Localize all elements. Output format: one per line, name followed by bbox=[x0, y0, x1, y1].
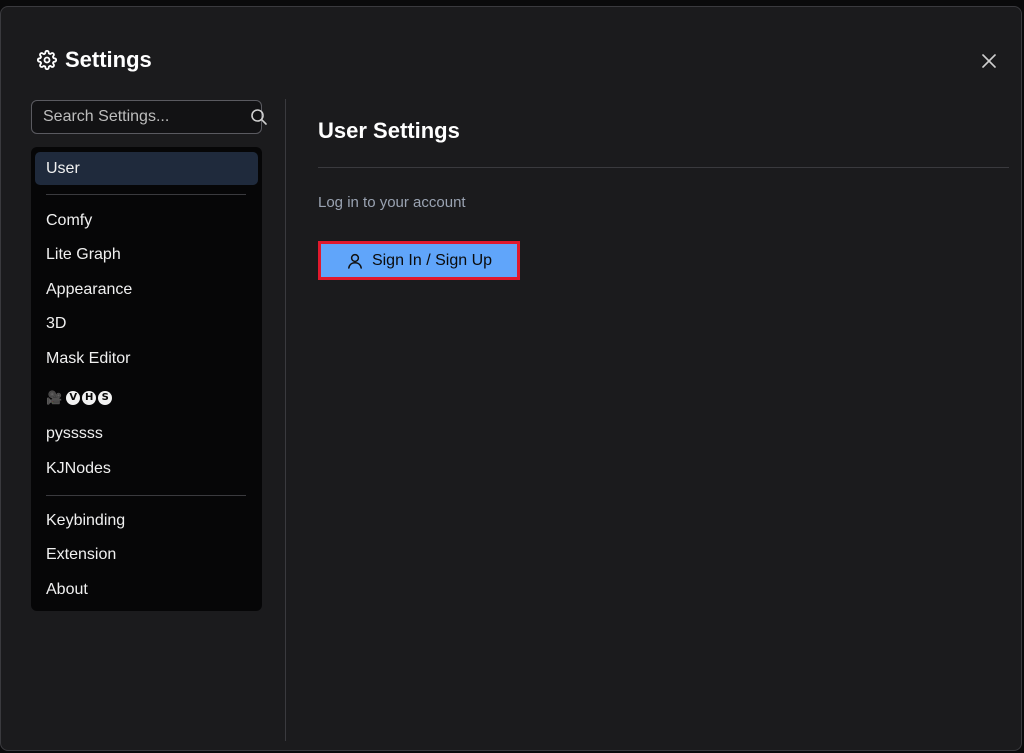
vhs-letter: H bbox=[82, 390, 97, 405]
dialog-header: Settings bbox=[37, 45, 152, 75]
nav-item-label: Mask Editor bbox=[46, 349, 131, 367]
nav-item-label: pysssss bbox=[46, 424, 103, 442]
gear-icon bbox=[37, 50, 57, 70]
user-icon bbox=[348, 253, 362, 269]
nav-item-label: Keybinding bbox=[46, 511, 126, 529]
nav-item-mask-editor[interactable]: Mask Editor bbox=[35, 342, 258, 375]
nav-item-label: About bbox=[46, 580, 88, 598]
nav-item-comfy[interactable]: Comfy bbox=[35, 204, 258, 237]
nav-item-keybinding[interactable]: Keybinding bbox=[35, 504, 258, 537]
settings-nav: User Comfy Lite Graph Appearance 3D Mask… bbox=[31, 147, 262, 611]
search-input[interactable] bbox=[32, 101, 250, 133]
nav-item-label: Extension bbox=[46, 545, 117, 563]
nav-item-lite-graph[interactable]: Lite Graph bbox=[35, 238, 258, 271]
search-box bbox=[31, 100, 267, 134]
search-icon[interactable] bbox=[250, 108, 268, 126]
nav-divider bbox=[46, 194, 246, 195]
title-divider bbox=[318, 167, 1009, 168]
dialog-title: Settings bbox=[65, 47, 152, 72]
sign-in-label: Sign In / Sign Up bbox=[371, 251, 493, 269]
camera-icon: 🎥 bbox=[46, 389, 63, 405]
nav-item-label: KJNodes bbox=[46, 459, 111, 477]
vhs-label: 🎥 V H S bbox=[46, 389, 113, 406]
nav-item-extension[interactable]: Extension bbox=[35, 538, 258, 571]
panel-title: User Settings bbox=[318, 118, 460, 143]
nav-item-label: Lite Graph bbox=[46, 245, 121, 263]
nav-item-3d[interactable]: 3D bbox=[35, 307, 258, 340]
nav-item-kjnodes[interactable]: KJNodes bbox=[35, 452, 258, 485]
settings-dialog: Settings User Comfy Lite Graph Appearanc… bbox=[0, 6, 1022, 751]
nav-item-user[interactable]: User bbox=[35, 152, 258, 185]
close-icon bbox=[982, 54, 996, 68]
nav-item-label: Appearance bbox=[46, 280, 133, 298]
nav-divider bbox=[46, 495, 246, 496]
login-prompt: Log in to your account bbox=[318, 194, 466, 211]
sign-in-button[interactable]: Sign In / Sign Up bbox=[318, 241, 520, 280]
nav-item-vhs[interactable]: 🎥 V H S bbox=[35, 381, 258, 414]
nav-item-appearance[interactable]: Appearance bbox=[35, 273, 258, 306]
vhs-letter: S bbox=[98, 390, 113, 405]
nav-item-label: User bbox=[46, 159, 80, 177]
nav-item-label: Comfy bbox=[46, 211, 93, 229]
close-button[interactable] bbox=[977, 49, 1001, 73]
nav-item-pysssss[interactable]: pysssss bbox=[35, 417, 258, 450]
nav-item-label: 3D bbox=[46, 314, 67, 332]
panel-divider bbox=[285, 99, 286, 741]
vhs-letter: V bbox=[66, 390, 81, 405]
nav-item-about[interactable]: About bbox=[35, 573, 258, 606]
